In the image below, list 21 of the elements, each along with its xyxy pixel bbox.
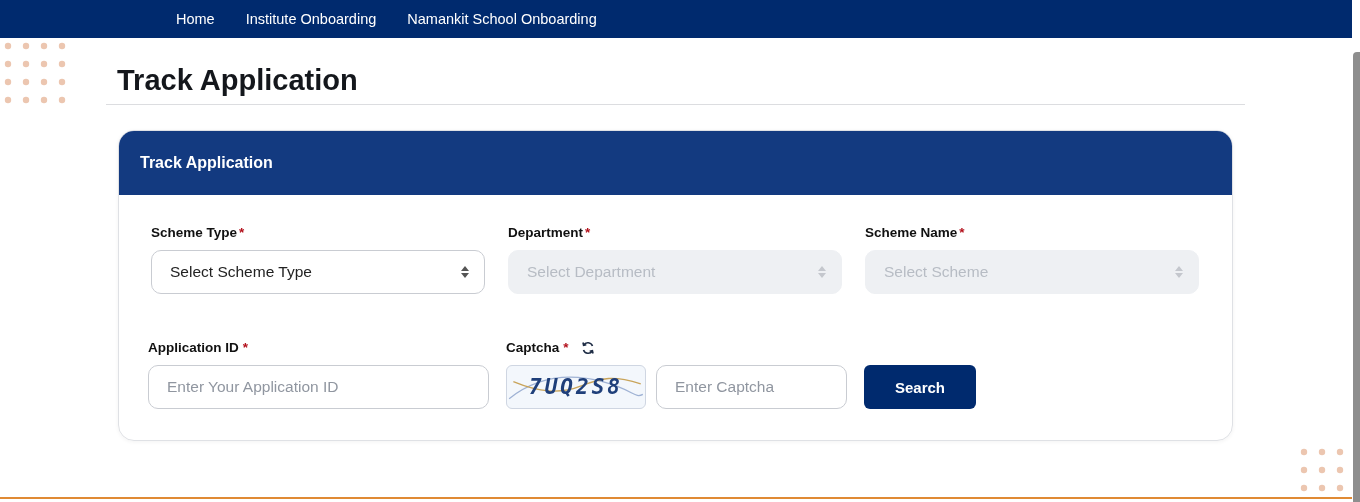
sort-caret-icon [817, 265, 827, 279]
field-label: Captcha * [506, 340, 569, 355]
dropdown-select[interactable]: Select Scheme Type [151, 250, 485, 294]
sort-caret-icon [1174, 265, 1184, 279]
scrollbar-thumb[interactable] [1353, 52, 1360, 502]
field-label: Department* [508, 225, 592, 240]
captcha-field[interactable]: Enter Captcha [656, 365, 847, 409]
field-label: Application ID * [148, 340, 249, 355]
field-label: Scheme Type* [151, 225, 246, 240]
application-id-field[interactable]: Enter Your Application ID [148, 365, 489, 409]
refresh-icon[interactable] [580, 340, 595, 355]
nav-link[interactable]: Home [176, 11, 215, 27]
field-label: Scheme Name* [865, 225, 966, 240]
page-title: Track Application [117, 63, 359, 98]
nav-link[interactable]: Namankit School Onboarding [407, 11, 597, 27]
nav-link[interactable]: Institute Onboarding [245, 11, 377, 27]
search-button[interactable]: Search [864, 365, 976, 409]
card-title: Track Application [140, 154, 273, 172]
dot-pattern-drawing [4, 42, 66, 104]
sort-caret-icon [460, 265, 470, 279]
dot-pattern-drawing [1300, 448, 1344, 492]
